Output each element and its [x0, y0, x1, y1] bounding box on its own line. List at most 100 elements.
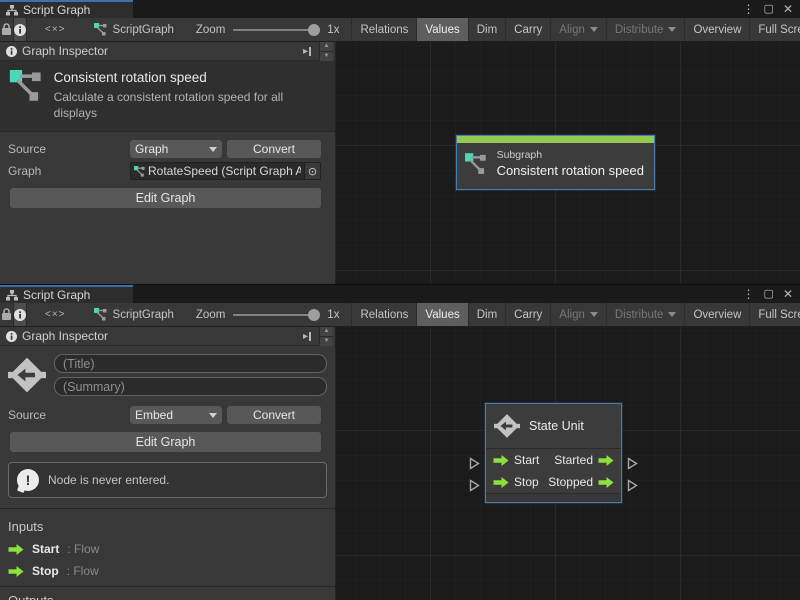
warning-text: Node is never entered. — [48, 473, 169, 487]
summary-input[interactable] — [54, 377, 327, 396]
subgraph-node[interactable]: Subgraph Consistent rotation speed — [456, 135, 655, 190]
flow-in-arrow-icon[interactable] — [493, 455, 509, 466]
edit-graph-button[interactable]: Edit Graph — [10, 188, 321, 208]
lock-button[interactable] — [0, 303, 13, 326]
inspector-title: Graph Inspector — [22, 44, 108, 58]
script-graph-window-bottom: Script Graph ⋮ ▢ ✕ <×> ScriptGraph Zoom … — [0, 285, 800, 600]
flow-arrow-icon — [8, 544, 24, 555]
view-source-button[interactable]: <×> — [45, 18, 66, 41]
dock-panel-button[interactable]: ▸ — [300, 331, 314, 342]
distribute-button[interactable]: Distribute — [606, 303, 685, 326]
source-label: Source — [8, 142, 130, 156]
dim-button[interactable]: Dim — [468, 303, 505, 326]
flow-out-arrow-icon[interactable] — [598, 455, 614, 466]
values-button[interactable]: Values — [416, 18, 467, 41]
script-graph-icon — [134, 166, 145, 177]
close-icon[interactable]: ✕ — [783, 288, 793, 300]
dim-button[interactable]: Dim — [468, 18, 505, 41]
external-port-icon[interactable] — [627, 479, 638, 492]
state-unit-node[interactable]: State Unit Start Started Stop Stopped — [485, 403, 622, 503]
values-button[interactable]: Values — [416, 303, 467, 326]
scroll-down-icon[interactable]: ▼ — [320, 336, 333, 346]
view-source-button[interactable]: <×> — [45, 303, 66, 326]
source-dropdown[interactable]: Embed — [130, 406, 222, 424]
port-row-start: Start : Flow — [8, 542, 327, 556]
align-button[interactable]: Align — [550, 303, 606, 326]
external-port-icon[interactable] — [469, 479, 480, 492]
graph-canvas[interactable]: State Unit Start Started Stop Stopped — [336, 327, 800, 600]
graph-breadcrumb[interactable]: ScriptGraph — [94, 18, 174, 41]
graph-inspector-panel: Graph Inspector ▸ ▲▼ Source Embed Conver… — [0, 327, 336, 600]
menu-icon[interactable]: ⋮ — [743, 288, 755, 300]
zoom-slider[interactable] — [233, 24, 319, 36]
tab-script-graph[interactable]: Script Graph — [0, 285, 133, 303]
scroll-down-icon[interactable]: ▼ — [320, 51, 333, 61]
zoom-control: Zoom 1x — [196, 18, 340, 41]
title-input[interactable] — [54, 354, 327, 373]
lock-icon — [0, 23, 13, 36]
state-unit-icon — [494, 413, 520, 439]
tab-script-graph[interactable]: Script Graph — [0, 0, 133, 18]
inspector-toggle-button[interactable] — [13, 303, 27, 326]
info-icon — [6, 331, 17, 342]
graph-breadcrumb-label: ScriptGraph — [113, 24, 174, 36]
script-graph-icon — [94, 308, 107, 321]
carry-button[interactable]: Carry — [505, 18, 550, 41]
zoom-value: 1x — [327, 309, 339, 321]
source-dropdown[interactable]: Graph — [130, 140, 222, 158]
toolbar-buttons: Relations Values Dim Carry Align Distrib… — [351, 303, 800, 326]
lock-button[interactable] — [0, 18, 13, 41]
inspector-title: Graph Inspector — [22, 329, 108, 343]
zoom-slider-handle[interactable] — [308, 24, 320, 36]
graph-toolbar: <×> ScriptGraph Zoom 1x Relations Values… — [0, 303, 800, 327]
script-graph-icon — [8, 70, 44, 102]
fullscreen-button[interactable]: Full Screen — [749, 303, 800, 326]
distribute-button[interactable]: Distribute — [606, 18, 685, 41]
scroll-up-icon[interactable]: ▲ — [320, 42, 333, 51]
object-picker-icon[interactable]: ⊙ — [304, 163, 320, 179]
scroll-up-icon[interactable]: ▲ — [320, 327, 333, 336]
source-label: Source — [8, 408, 130, 422]
relations-button[interactable]: Relations — [351, 303, 416, 326]
flow-out-arrow-icon[interactable] — [598, 477, 614, 488]
dropdown-arrow-icon — [590, 27, 598, 32]
flow-arrow-icon — [8, 566, 24, 577]
external-port-icon[interactable] — [627, 457, 638, 470]
edit-graph-button[interactable]: Edit Graph — [10, 432, 321, 452]
zoom-control: Zoom 1x — [196, 303, 340, 326]
zoom-slider[interactable] — [233, 309, 319, 321]
carry-button[interactable]: Carry — [505, 303, 550, 326]
node-footer — [486, 493, 621, 502]
menu-icon[interactable]: ⋮ — [743, 3, 755, 15]
graph-object-field[interactable]: RotateSpeed (Script Graph A ⊙ — [130, 162, 321, 180]
script-graph-icon — [94, 23, 107, 36]
relations-button[interactable]: Relations — [351, 18, 416, 41]
tab-bar: Script Graph ⋮ ▢ ✕ — [0, 285, 800, 303]
external-port-icon[interactable] — [469, 457, 480, 470]
lock-icon — [0, 308, 13, 321]
maximize-icon[interactable]: ▢ — [764, 289, 774, 300]
overview-button[interactable]: Overview — [684, 18, 749, 41]
fullscreen-button[interactable]: Full Screen — [749, 18, 800, 41]
overview-button[interactable]: Overview — [684, 303, 749, 326]
convert-button[interactable]: Convert — [227, 140, 321, 158]
graph-inspector-header: Graph Inspector ▸ ▲▼ — [0, 327, 335, 346]
toolbar-buttons: Relations Values Dim Carry Align Distrib… — [351, 18, 800, 41]
dropdown-arrow-icon — [668, 312, 676, 317]
align-button[interactable]: Align — [550, 18, 606, 41]
dropdown-arrow-icon — [590, 312, 598, 317]
graph-canvas[interactable]: Subgraph Consistent rotation speed — [336, 42, 800, 284]
info-icon — [6, 46, 17, 57]
maximize-icon[interactable]: ▢ — [764, 4, 774, 15]
dock-panel-button[interactable]: ▸ — [300, 46, 314, 57]
convert-button[interactable]: Convert — [227, 406, 321, 424]
graph-breadcrumb-label: ScriptGraph — [113, 309, 174, 321]
window-controls: ⋮ ▢ ✕ — [743, 0, 800, 18]
zoom-slider-handle[interactable] — [308, 309, 320, 321]
info-icon — [14, 24, 26, 36]
inspector-toggle-button[interactable] — [13, 18, 27, 41]
close-icon[interactable]: ✕ — [783, 3, 793, 15]
flow-in-arrow-icon[interactable] — [493, 477, 509, 488]
node-header: State Unit — [486, 404, 621, 449]
graph-breadcrumb[interactable]: ScriptGraph — [94, 303, 174, 326]
